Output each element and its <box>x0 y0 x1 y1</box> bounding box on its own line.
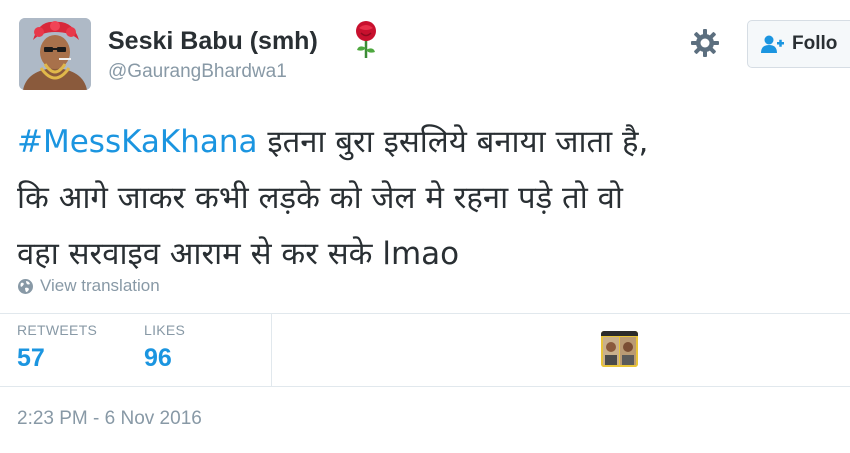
tweet-timestamp[interactable]: 2:23 PM - 6 Nov 2016 <box>17 408 202 430</box>
hashtag-link[interactable]: #MessKaKhana <box>17 124 258 160</box>
stats-separator <box>271 314 272 386</box>
tweet-line-2: कि आगे जाकर कभी लड़के को जेल मे रहना पड़… <box>17 180 623 216</box>
retweets-count: 57 <box>17 344 45 372</box>
view-translation-label: View translation <box>40 276 160 295</box>
tweet-text: #MessKaKhana इतना बुरा इसलिये बनाया जाता… <box>17 114 843 282</box>
likes-label: LIKES <box>144 322 186 338</box>
globe-icon <box>18 278 33 294</box>
tweet-line-3: वहा सरवाइव आराम से कर सके lmao <box>17 236 460 272</box>
gear-icon[interactable] <box>689 27 721 59</box>
likes-stat[interactable]: LIKES 96 <box>144 322 185 373</box>
follow-label: Follo <box>792 33 838 54</box>
stats-bottom-divider <box>0 386 850 387</box>
retweets-label: RETWEETS <box>17 322 98 338</box>
follow-button[interactable]: Follo <box>747 20 850 68</box>
retweets-stat[interactable]: RETWEETS 57 <box>17 322 97 373</box>
avatar-image <box>19 18 91 90</box>
tweet-line-1: इतना बुरा इसलिये बनाया जाता है, <box>257 124 649 160</box>
stats-top-divider <box>0 313 850 314</box>
rose-emoji-icon <box>356 21 376 58</box>
author-display-name[interactable]: Seski Babu (smh) <box>108 27 318 56</box>
liker-avatar[interactable] <box>601 331 638 367</box>
add-user-icon <box>761 35 784 53</box>
avatar[interactable] <box>19 18 91 90</box>
liker-avatar-image <box>601 331 638 367</box>
view-translation-link[interactable]: View translation <box>17 276 160 296</box>
author-handle[interactable]: @GaurangBhardwa1 <box>108 61 287 83</box>
likes-count: 96 <box>144 344 172 372</box>
